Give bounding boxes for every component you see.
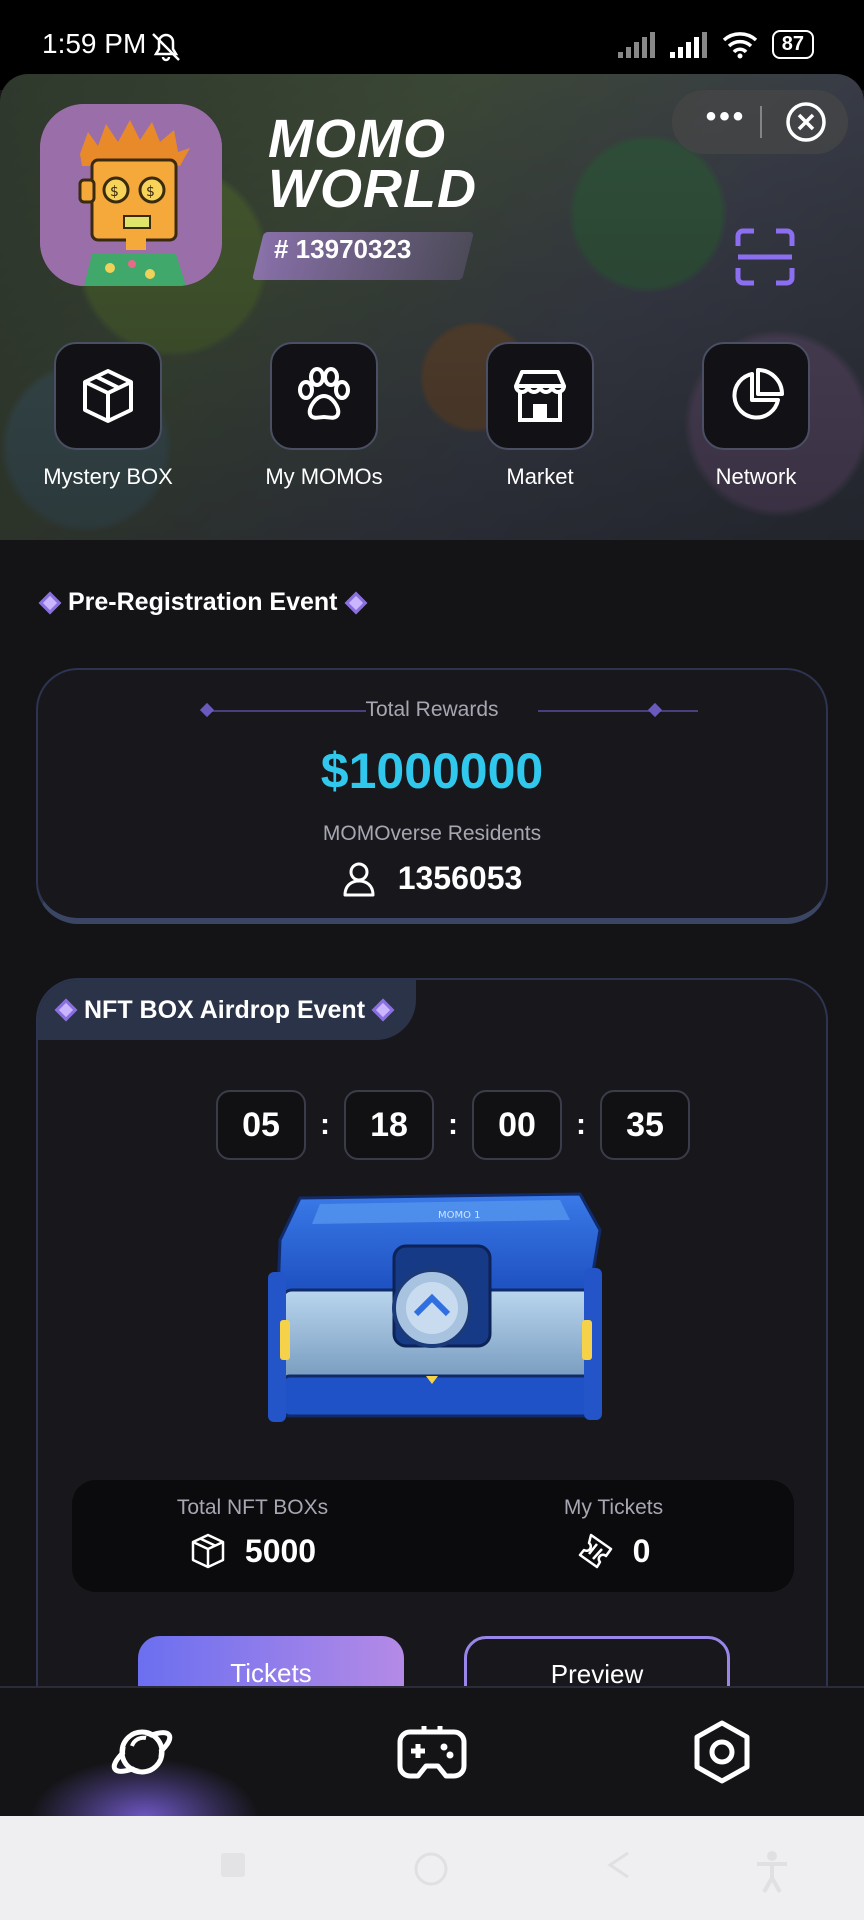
- controls-divider: [760, 106, 762, 138]
- avatar[interactable]: $ $: [40, 104, 222, 286]
- bottom-nav: [0, 1686, 864, 1878]
- nav-label: My MOMOs: [265, 464, 383, 489]
- residents-label: MOMOverse Residents: [322, 822, 542, 845]
- system-nav-bar: [0, 1816, 864, 1920]
- nav-tile[interactable]: [702, 342, 810, 450]
- countdown-separator: :: [576, 1108, 586, 1141]
- countdown-days: 05: [216, 1090, 306, 1160]
- signal-icon: [669, 31, 707, 58]
- home-icon[interactable]: [412, 1850, 450, 1888]
- box-icon: [83, 369, 133, 423]
- my-tickets-value: 0: [632, 1532, 651, 1569]
- brand-line2: WORLD: [268, 159, 477, 219]
- bell-muted-icon: [152, 33, 180, 62]
- svg-text:$: $: [110, 184, 119, 200]
- total-rewards-amount: $1000000: [320, 743, 544, 799]
- diamond-icon: [54, 998, 78, 1022]
- diamond-icon: [38, 591, 62, 614]
- section-title-text: Pre-Registration Event: [68, 588, 338, 616]
- more-button[interactable]: •••: [696, 102, 756, 140]
- tab-games[interactable]: [396, 1716, 468, 1788]
- pre-registration-title: Pre-Registration Event: [38, 588, 367, 617]
- section-title-text: NFT BOX Airdrop Event: [84, 995, 366, 1024]
- box-icon: [191, 1533, 225, 1569]
- hero-header: $ $ MOMO WORLD # 13970323 ••• Mystery BO…: [0, 74, 864, 540]
- nft-stats-panel: Total NFT BOXs 5000 My Tickets 0: [72, 1480, 794, 1592]
- battery-icon: 87: [771, 30, 814, 59]
- rewards-card: Total Rewards $1000000 MOMOverse Residen…: [36, 668, 828, 924]
- paw-icon: [298, 367, 350, 420]
- total-boxes-row: 5000: [72, 1532, 433, 1570]
- nav-tile[interactable]: [54, 342, 162, 450]
- svg-text:$: $: [146, 184, 155, 200]
- my-tickets-label: My Tickets: [563, 1496, 664, 1519]
- residents-count: 1356053: [397, 860, 523, 896]
- nft-chest-image: MOMO 1: [268, 1192, 602, 1422]
- countdown-separator: :: [320, 1108, 330, 1141]
- brand-title: MOMO WORLD: [268, 109, 477, 219]
- settings-icon: [694, 1720, 750, 1784]
- capsule-controls: •••: [672, 90, 848, 154]
- user-icon: [343, 862, 375, 896]
- nav-label: Market: [506, 464, 574, 489]
- countdown-timer: 05 : 18 : 00 : 35: [216, 1090, 690, 1160]
- pie-chart-icon: [732, 368, 784, 420]
- user-id: # 13970323: [274, 234, 412, 264]
- diamond-icon: [371, 998, 395, 1022]
- my-tickets-stat: My Tickets 0: [433, 1480, 794, 1592]
- tab-settings[interactable]: [686, 1716, 758, 1788]
- residents-count-row: 1356053: [38, 860, 826, 897]
- brand-line1: MOMO: [268, 109, 446, 169]
- nav-my-momos[interactable]: My MOMOs: [234, 342, 414, 490]
- recents-icon[interactable]: [218, 1850, 248, 1880]
- store-icon: [514, 370, 566, 422]
- total-boxes-label: Total NFT BOXs: [176, 1496, 329, 1519]
- gamepad-icon: [397, 1726, 467, 1779]
- back-icon[interactable]: [604, 1850, 634, 1880]
- countdown-seconds: 35: [600, 1090, 690, 1160]
- ticket-icon: [578, 1533, 612, 1569]
- accessibility-icon[interactable]: [754, 1850, 790, 1894]
- nav-label: Mystery BOX: [43, 464, 173, 489]
- total-boxes-value: 5000: [244, 1532, 317, 1569]
- planet-icon: [111, 1729, 173, 1775]
- total-rewards-label: Total Rewards: [365, 698, 499, 721]
- diamond-icon: [344, 591, 367, 614]
- status-icons: 87: [617, 30, 814, 59]
- countdown-minutes: 00: [472, 1090, 562, 1160]
- nav-tile[interactable]: [486, 342, 594, 450]
- nav-tile[interactable]: [270, 342, 378, 450]
- close-icon[interactable]: [784, 100, 828, 144]
- nav-label: Network: [715, 464, 797, 489]
- nav-network[interactable]: Network: [666, 342, 846, 490]
- wifi-icon: [722, 31, 757, 58]
- scan-icon[interactable]: [734, 228, 796, 286]
- nft-airdrop-card: NFT BOX Airdrop Event 05 : 18 : 00 : 35 …: [36, 978, 828, 1728]
- countdown-hours: 18: [344, 1090, 434, 1160]
- nav-market[interactable]: Market: [450, 342, 630, 490]
- tab-planet[interactable]: [106, 1716, 178, 1788]
- status-time: 1:59 PM: [42, 28, 147, 59]
- total-boxes-stat: Total NFT BOXs 5000: [72, 1480, 433, 1592]
- my-tickets-row: 0: [433, 1532, 794, 1570]
- nav-mystery-box[interactable]: Mystery BOX: [18, 342, 198, 490]
- nft-event-title: NFT BOX Airdrop Event: [38, 980, 416, 1040]
- signal-icon: [617, 31, 655, 58]
- countdown-separator: :: [448, 1108, 458, 1141]
- feature-nav: Mystery BOX My MOMOs Market Network: [0, 342, 864, 502]
- chest-label: MOMO 1: [438, 1210, 481, 1221]
- avatar-character-icon: $ $: [40, 104, 222, 286]
